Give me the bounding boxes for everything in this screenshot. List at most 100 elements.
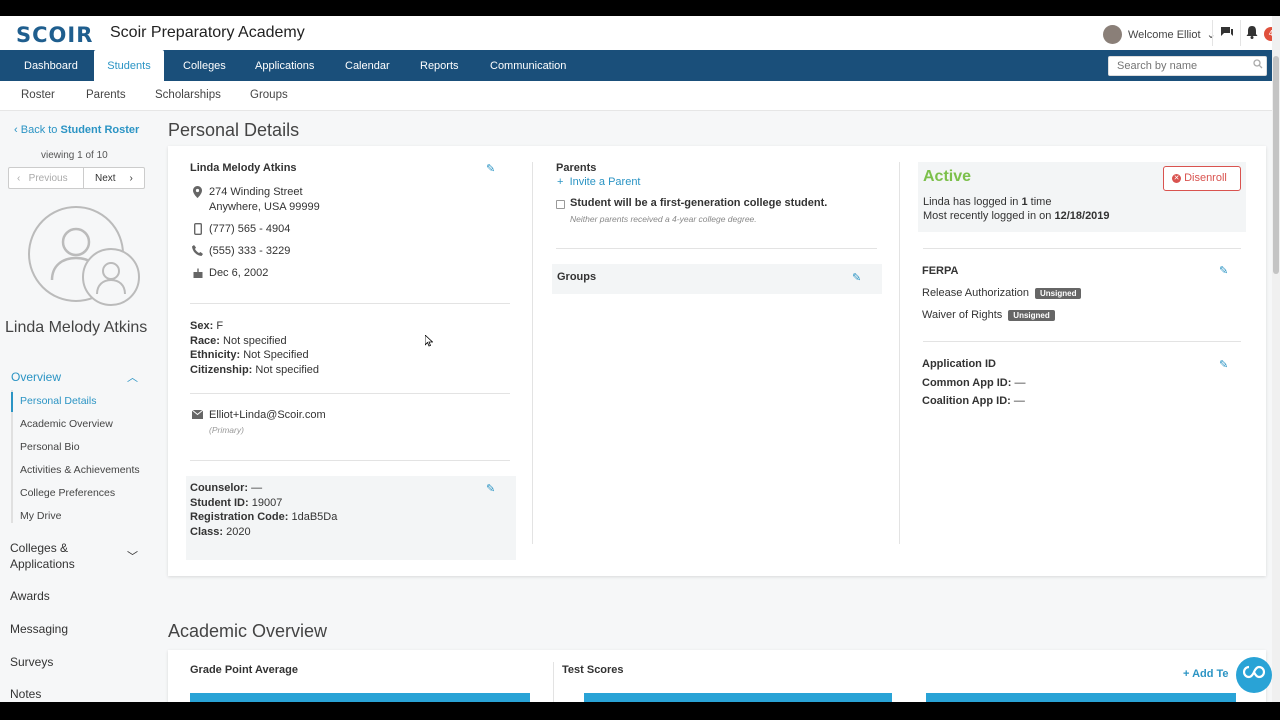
- previous-button[interactable]: ‹ Previous: [17, 173, 68, 184]
- phone-icon: [192, 245, 203, 259]
- login-count: 1: [1021, 196, 1028, 208]
- coalition-app-label: Coalition App ID:: [922, 395, 1011, 407]
- sidebar-item-personal-details[interactable]: Personal Details: [20, 395, 96, 407]
- last-login-prefix: Most recently logged in on: [923, 210, 1052, 222]
- coalition-app-value: —: [1013, 395, 1025, 407]
- column-divider: [532, 162, 533, 544]
- back-to-roster-link[interactable]: ‹ Back to Student Roster: [14, 124, 139, 136]
- registration-code-label: Registration Code:: [190, 511, 289, 523]
- sidebar-messaging[interactable]: Messaging: [10, 622, 68, 636]
- race-value: Not specified: [223, 335, 287, 347]
- support-chat-button[interactable]: [1236, 657, 1272, 693]
- edit-pencil-icon[interactable]: ✎: [1219, 264, 1228, 277]
- edit-pencil-icon[interactable]: ✎: [486, 482, 495, 495]
- registration-code-row: Registration Code: 1daB5Da: [190, 511, 337, 523]
- first-gen-checkbox[interactable]: [556, 200, 565, 209]
- edit-pencil-icon[interactable]: ✎: [1219, 358, 1228, 371]
- common-app-label: Common App ID:: [922, 377, 1012, 389]
- gpa-bar: [190, 693, 530, 702]
- phone-number: (555) 333 - 3229: [209, 245, 291, 257]
- race-label: Race:: [190, 335, 220, 347]
- subnav-parents[interactable]: Parents: [86, 89, 126, 101]
- ferpa-heading: FERPA: [922, 265, 959, 277]
- next-button[interactable]: Next ›: [95, 173, 133, 184]
- welcome-text: Welcome Elliot: [1128, 28, 1201, 41]
- sidebar-item-activities[interactable]: Activities & Achievements: [20, 464, 140, 476]
- counselor-row: Counselor: —: [190, 482, 262, 494]
- back-link-text: Student Roster: [60, 124, 140, 136]
- pager: ‹ Previous Next ›: [8, 167, 145, 189]
- invite-parent-label: Invite a Parent: [569, 176, 641, 188]
- sidebar-notes[interactable]: Notes: [10, 687, 41, 701]
- scoir-logo[interactable]: SCOIR: [16, 23, 93, 47]
- groups-heading: Groups: [557, 271, 597, 283]
- column-divider: [899, 162, 900, 544]
- sidebar-item-college-preferences[interactable]: College Preferences: [20, 487, 115, 499]
- sidebar-item-personal-bio[interactable]: Personal Bio: [20, 441, 80, 453]
- gpa-heading: Grade Point Average: [190, 664, 298, 676]
- nav-dashboard[interactable]: Dashboard: [24, 50, 78, 81]
- divider: [1240, 20, 1241, 46]
- subnav-scholarships[interactable]: Scholarships: [155, 89, 221, 101]
- address-line-1: 274 Winding Street: [209, 186, 303, 198]
- search-icon[interactable]: [1253, 59, 1263, 72]
- sidebar-overview[interactable]: Overview: [11, 370, 61, 384]
- sidebar-item-my-drive[interactable]: My Drive: [20, 510, 61, 522]
- class-row: Class: 2020: [190, 526, 251, 538]
- nav-reports[interactable]: Reports: [420, 50, 459, 81]
- nav-applications[interactable]: Applications: [255, 50, 314, 81]
- divider: [556, 248, 877, 249]
- parents-heading: Parents: [556, 162, 597, 174]
- invite-parent-link[interactable]: + Invite a Parent: [557, 176, 641, 188]
- sidebar-awards[interactable]: Awards: [10, 589, 50, 603]
- subnav-roster[interactable]: Roster: [21, 89, 55, 101]
- close-circle-icon: ✕: [1172, 173, 1181, 183]
- nav-colleges[interactable]: Colleges: [183, 50, 226, 81]
- date-of-birth: Dec 6, 2002: [209, 267, 269, 279]
- search-input[interactable]: [1108, 56, 1267, 76]
- email-address: Elliot+Linda@Scoir.com: [209, 409, 326, 421]
- class-value: 2020: [226, 526, 251, 538]
- sex-label: Sex:: [190, 320, 214, 332]
- chat-icon[interactable]: [1220, 25, 1234, 42]
- school-name: Scoir Preparatory Academy: [110, 24, 305, 41]
- common-app-value: —: [1014, 377, 1026, 389]
- chevron-down-icon[interactable]: ﹀: [127, 548, 138, 564]
- ethnicity-value: Not Specified: [243, 349, 309, 361]
- citizenship-label: Citizenship:: [190, 364, 253, 376]
- mouse-cursor-icon: [424, 334, 434, 350]
- edit-pencil-icon[interactable]: ✎: [486, 162, 495, 175]
- last-login-row: Most recently logged in on 12/18/2019: [923, 210, 1110, 222]
- application-id-heading: Application ID: [922, 358, 996, 370]
- login-count-row: Linda has logged in 1 time: [923, 196, 1051, 208]
- bell-icon[interactable]: [1246, 25, 1258, 42]
- add-test-button[interactable]: + Add Te: [1183, 668, 1229, 680]
- coalition-app-row: Coalition App ID: —: [922, 395, 1025, 407]
- disenroll-button[interactable]: ✕ Disenroll: [1163, 166, 1241, 191]
- envelope-icon: [191, 409, 204, 422]
- student-id-label: Student ID:: [190, 497, 249, 509]
- academic-overview-card: Grade Point Average Test Scores + Add Te: [168, 650, 1266, 702]
- column-divider: [553, 662, 554, 702]
- sidebar-surveys[interactable]: Surveys: [10, 655, 53, 669]
- subnav-groups[interactable]: Groups: [250, 89, 288, 101]
- unsigned-badge: Unsigned: [1008, 309, 1055, 321]
- first-gen-note: Neither parents received a 4-year colleg…: [570, 214, 757, 224]
- waiver-of-rights-label: Waiver of Rights: [922, 309, 1003, 321]
- next-label: Next: [95, 173, 116, 184]
- sidebar-colleges-applications[interactable]: Colleges & Applications: [10, 540, 100, 572]
- user-menu[interactable]: Welcome Elliot ⌄: [1103, 25, 1216, 44]
- scrollbar-thumb[interactable]: [1273, 56, 1279, 274]
- main-nav: Dashboard Students Colleges Applications…: [0, 50, 1280, 81]
- nav-calendar[interactable]: Calendar: [345, 50, 390, 81]
- divider: [190, 303, 510, 304]
- nav-students[interactable]: Students: [94, 50, 164, 81]
- common-app-row: Common App ID: —: [922, 377, 1025, 389]
- nav-communication[interactable]: Communication: [490, 50, 566, 81]
- sidebar-item-academic-overview[interactable]: Academic Overview: [20, 418, 113, 430]
- plus-icon: +: [1183, 668, 1190, 680]
- registration-code-value: 1daB5Da: [291, 511, 338, 523]
- counselor-label: Counselor:: [190, 482, 249, 494]
- chevron-up-icon[interactable]: ︿: [127, 369, 138, 385]
- edit-pencil-icon[interactable]: ✎: [852, 271, 861, 284]
